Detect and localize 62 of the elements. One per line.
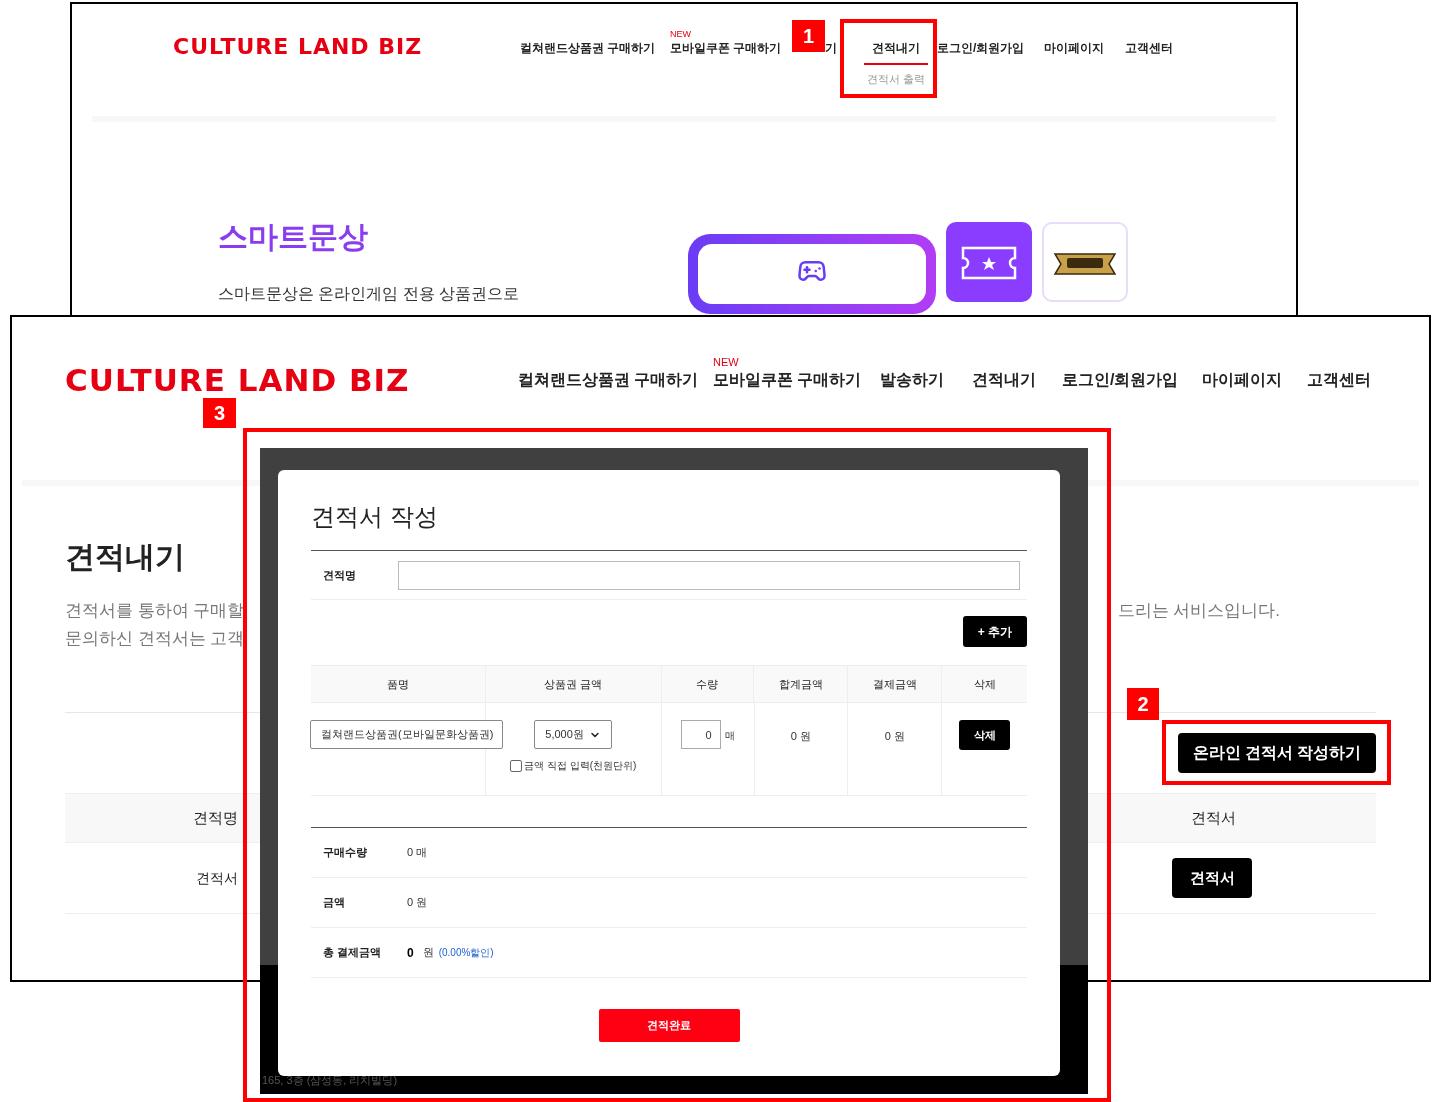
- summary-label: 총 결제금액: [322, 945, 383, 961]
- section-description: 스마트문상은 온라인게임 전용 상품권으로: [218, 283, 521, 304]
- nav-link[interactable]: 모바일쿠폰 구매하기: [713, 368, 862, 392]
- submit-button[interactable]: 견적완료: [598, 1009, 740, 1042]
- quote-name-field[interactable]: [398, 560, 1020, 590]
- nav-link[interactable]: 마이페이지: [1044, 39, 1104, 57]
- field-label: 견적명: [322, 567, 357, 583]
- nav-link[interactable]: 컬쳐랜드상품권 구매하기: [518, 368, 699, 392]
- delete-button[interactable]: 삭제: [959, 720, 1011, 750]
- create-quote-button[interactable]: 온라인 견적서 작성하기: [1178, 733, 1376, 773]
- summary-label: 금액: [322, 895, 346, 911]
- page-description: 문의하신 견적서는 고객: [65, 628, 245, 650]
- new-label: NEW: [670, 30, 691, 39]
- modal-title: 견적서 작성: [311, 502, 1027, 551]
- checkbox[interactable]: [510, 759, 523, 772]
- add-button[interactable]: + 추가: [963, 616, 1027, 647]
- page-heading: 견적내기: [65, 542, 185, 572]
- summary-value: 0 매: [407, 845, 428, 861]
- nav-link[interactable]: 고객센터: [1307, 368, 1371, 392]
- column-header: 상품권 금액: [544, 676, 603, 692]
- nav-link[interactable]: 마이페이지: [1202, 368, 1282, 392]
- column-header: 삭제: [973, 676, 996, 692]
- nav-link[interactable]: 로그인/회원가입: [937, 39, 1025, 57]
- quote-button[interactable]: 견적서: [1172, 858, 1252, 898]
- callout-number: 2: [1127, 688, 1159, 720]
- column-header: 견적명: [193, 807, 238, 828]
- table-cell-text: 견적서: [196, 868, 238, 888]
- product-select[interactable]: 컬쳐랜드상품권(모바일문화상품권): [310, 720, 503, 749]
- column-header: 결제금액: [872, 676, 917, 692]
- summary-value: 0 원: [407, 895, 428, 911]
- nav-link[interactable]: 고객센터: [1125, 39, 1173, 57]
- section-heading: 스마트문상: [218, 221, 369, 252]
- callout-number: 1: [792, 20, 825, 52]
- nav-link[interactable]: 모바일쿠폰 구매하기: [670, 39, 782, 57]
- nav-link[interactable]: 견적내기: [972, 368, 1036, 392]
- page-description: 견적서를 통하여 구매할: [65, 600, 245, 622]
- ticket-icon: [961, 245, 1017, 280]
- unit-label: 매: [724, 729, 735, 743]
- amount-select[interactable]: 5,000원: [534, 720, 613, 749]
- column-header: 견적서: [1191, 807, 1236, 828]
- callout-number: 3: [203, 398, 236, 428]
- summary-value: 0: [407, 944, 414, 962]
- page-description: 드리는 서비스입니다.: [1117, 600, 1280, 622]
- nav-link[interactable]: 견적내기: [864, 39, 928, 65]
- checkbox-label: 금액 직접 입력(천원단위): [524, 759, 637, 773]
- quantity-field[interactable]: 0: [680, 720, 721, 749]
- summary-unit: 원: [422, 945, 434, 961]
- nav-link[interactable]: 로그인/회원가입: [1062, 368, 1179, 392]
- nav-link[interactable]: 발송하기: [880, 368, 944, 392]
- logo[interactable]: CULTURE LAND BIZ: [173, 34, 423, 59]
- new-label: NEW: [713, 357, 739, 368]
- logo[interactable]: CULTURE LAND BIZ: [65, 362, 410, 398]
- summary-label: 구매수량: [322, 845, 368, 861]
- table-cell-text: 0 원: [790, 729, 811, 744]
- table-cell-text: 0 원: [884, 729, 905, 744]
- column-header: 품명: [386, 676, 409, 692]
- column-header: 합계금액: [778, 676, 823, 692]
- nav-link[interactable]: 컬쳐랜드상품권 구매하기: [520, 39, 656, 57]
- footer-text: 165, 3층 (삼성동, 리치빌딩): [262, 1072, 398, 1088]
- nav-link[interactable]: 기: [825, 39, 837, 57]
- column-header: 수량: [696, 676, 719, 692]
- discount-text: (0.00%할인): [438, 946, 494, 960]
